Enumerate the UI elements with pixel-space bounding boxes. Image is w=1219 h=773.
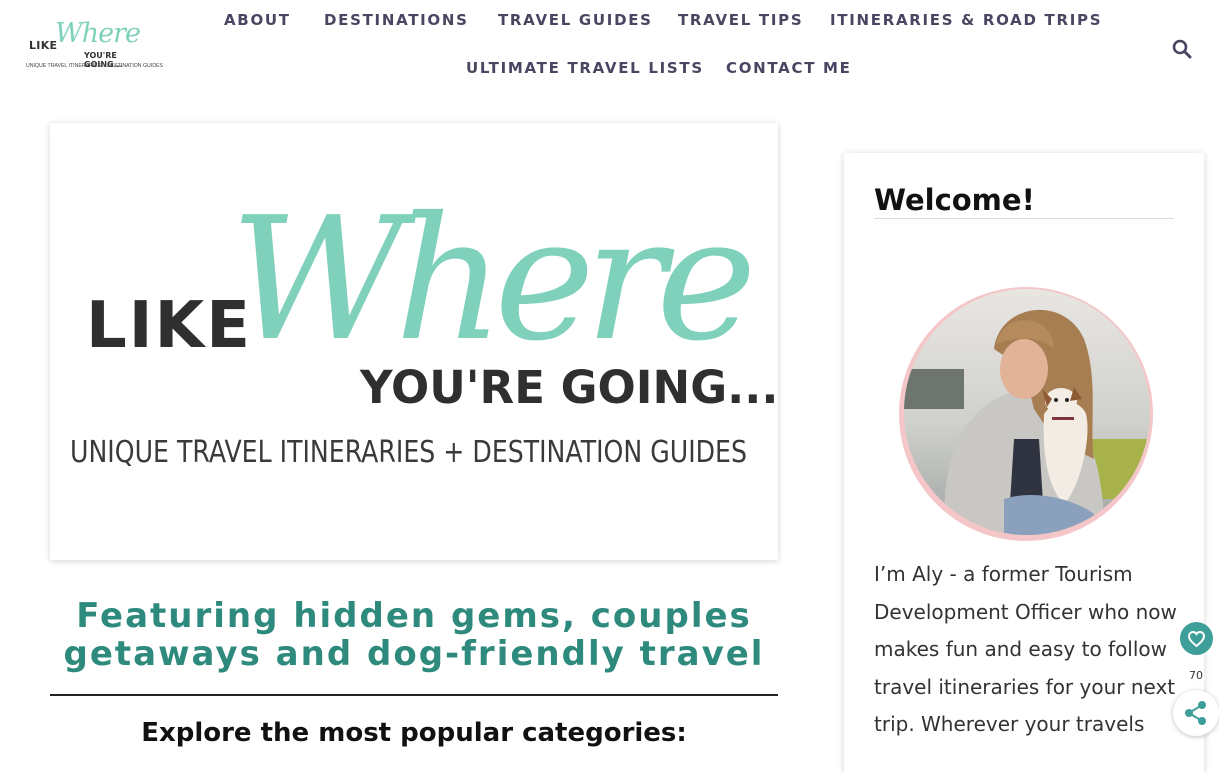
site-logo[interactable]: LIKE Where YOU'RE GOING... UNIQUE TRAVEL… [26, 18, 163, 76]
logo-tagline: UNIQUE TRAVEL ITINERARIES + DESTINATION … [26, 63, 163, 69]
nav-item-contact-me[interactable]: CONTACT ME [726, 59, 852, 77]
search-icon[interactable] [1172, 39, 1192, 59]
nav-item-about[interactable]: ABOUT [224, 11, 291, 29]
avatar [904, 289, 1150, 535]
nav-item-travel-tips[interactable]: TRAVEL TIPS [678, 11, 803, 29]
welcome-underline [874, 218, 1174, 219]
hero-like: LIKE [86, 289, 252, 363]
heart-icon [1187, 630, 1206, 648]
favorite-button[interactable] [1180, 622, 1213, 655]
hero-logo-image: Where LIKE YOU'RE GOING... UNIQUE TRAVEL… [50, 123, 778, 560]
nav-item-itineraries[interactable]: ITINERARIES & ROAD TRIPS [830, 11, 1102, 29]
nav-item-ultimate-travel-lists[interactable]: ULTIMATE TRAVEL LISTS [466, 59, 704, 77]
welcome-bio: I’m Aly - a former Tourism Development O… [874, 562, 1177, 736]
logo-like: LIKE [29, 39, 58, 52]
hero-going: YOU'RE GOING... [360, 361, 779, 414]
logo-where: Where [55, 18, 141, 49]
share-count: 70 [1189, 669, 1203, 682]
share-icon [1185, 701, 1206, 725]
headline: Featuring hidden gems, couples getaways … [63, 596, 765, 674]
share-button[interactable] [1173, 690, 1219, 736]
sidebar-welcome-widget: Welcome! I’m Aly - a former Tourism Deve… [844, 153, 1204, 773]
welcome-title: Welcome! [874, 183, 1035, 217]
section-divider [50, 694, 778, 696]
nav-item-destinations[interactable]: DESTINATIONS [324, 11, 469, 29]
explore-heading: Explore the most popular categories: [141, 718, 687, 748]
nav-item-travel-guides[interactable]: TRAVEL GUIDES [498, 11, 653, 29]
hero-tagline: UNIQUE TRAVEL ITINERARIES + DESTINATION … [70, 435, 747, 470]
hero-where: Where [230, 181, 757, 379]
